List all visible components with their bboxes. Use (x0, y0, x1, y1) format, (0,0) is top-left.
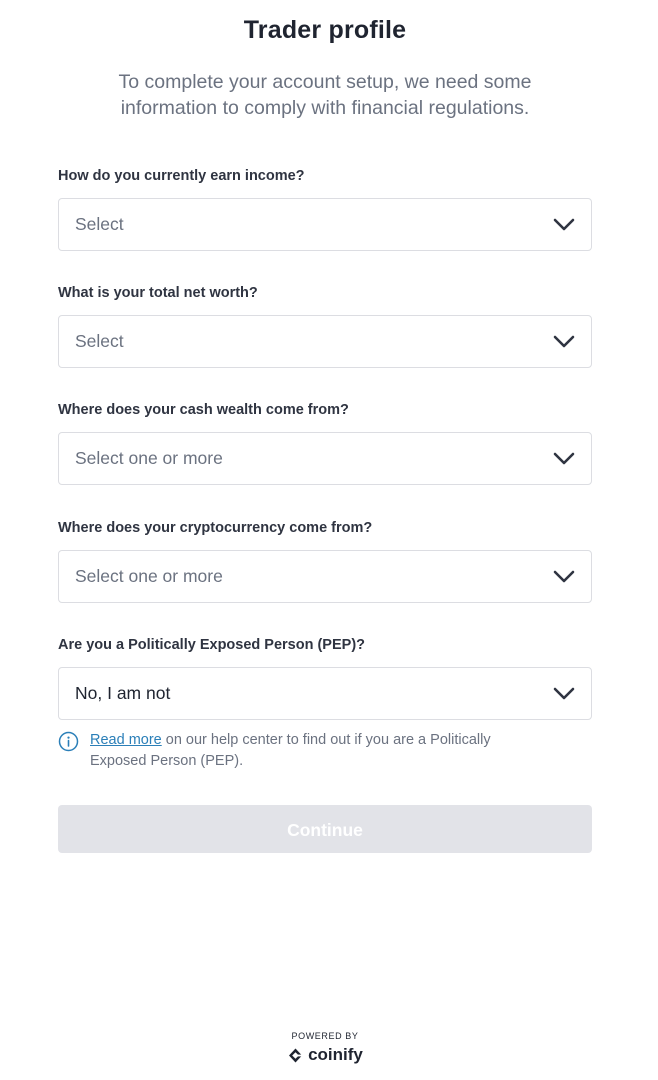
crypto-source-select[interactable]: Select one or more (58, 550, 592, 603)
field-income: How do you currently earn income? Select (58, 166, 592, 251)
field-label: What is your total net worth? (58, 285, 258, 301)
chevron-down-icon (553, 687, 575, 699)
net-worth-select[interactable]: Select (58, 315, 592, 368)
info-icon (58, 731, 79, 752)
income-select[interactable]: Select (58, 198, 592, 251)
powered-by-label: POWERED BY (291, 1031, 359, 1041)
chevron-down-icon (553, 452, 575, 464)
select-value: Select one or more (75, 448, 223, 468)
field-label: How do you currently earn income? (58, 168, 305, 184)
brand: coinify (0, 1045, 650, 1065)
select-value: Select (75, 214, 124, 234)
chevron-down-icon (553, 335, 575, 347)
field-net-worth: What is your total net worth? Select (58, 283, 592, 368)
pep-select[interactable]: No, I am not (58, 667, 592, 720)
field-label: Where does your cryptocurrency come from… (58, 520, 373, 536)
read-more-link[interactable]: Read more (90, 732, 162, 748)
page-title: Trader profile (243, 16, 407, 44)
footer: POWERED BY coinify (0, 1030, 650, 1065)
continue-button[interactable]: Continue (58, 805, 592, 853)
field-label: Are you a Politically Exposed Person (PE… (58, 637, 366, 653)
pep-info: Read more on our help center to find out… (58, 730, 592, 772)
field-pep: Are you a Politically Exposed Person (PE… (58, 635, 592, 720)
coinify-logo-icon (289, 1048, 303, 1062)
info-text: Read more on our help center to find out… (90, 730, 550, 772)
field-label: Where does your cash wealth come from? (58, 402, 349, 418)
page-subtitle: To complete your account setup, we need … (118, 71, 532, 119)
field-crypto-source: Where does your cryptocurrency come from… (58, 518, 592, 603)
chevron-down-icon (553, 218, 575, 230)
field-cash-wealth: Where does your cash wealth come from? S… (58, 400, 592, 485)
select-value: No, I am not (75, 683, 171, 703)
chevron-down-icon (553, 570, 575, 582)
select-value: Select one or more (75, 566, 223, 586)
select-value: Select (75, 331, 124, 351)
brand-name: coinify (308, 1045, 363, 1064)
cash-wealth-select[interactable]: Select one or more (58, 432, 592, 485)
